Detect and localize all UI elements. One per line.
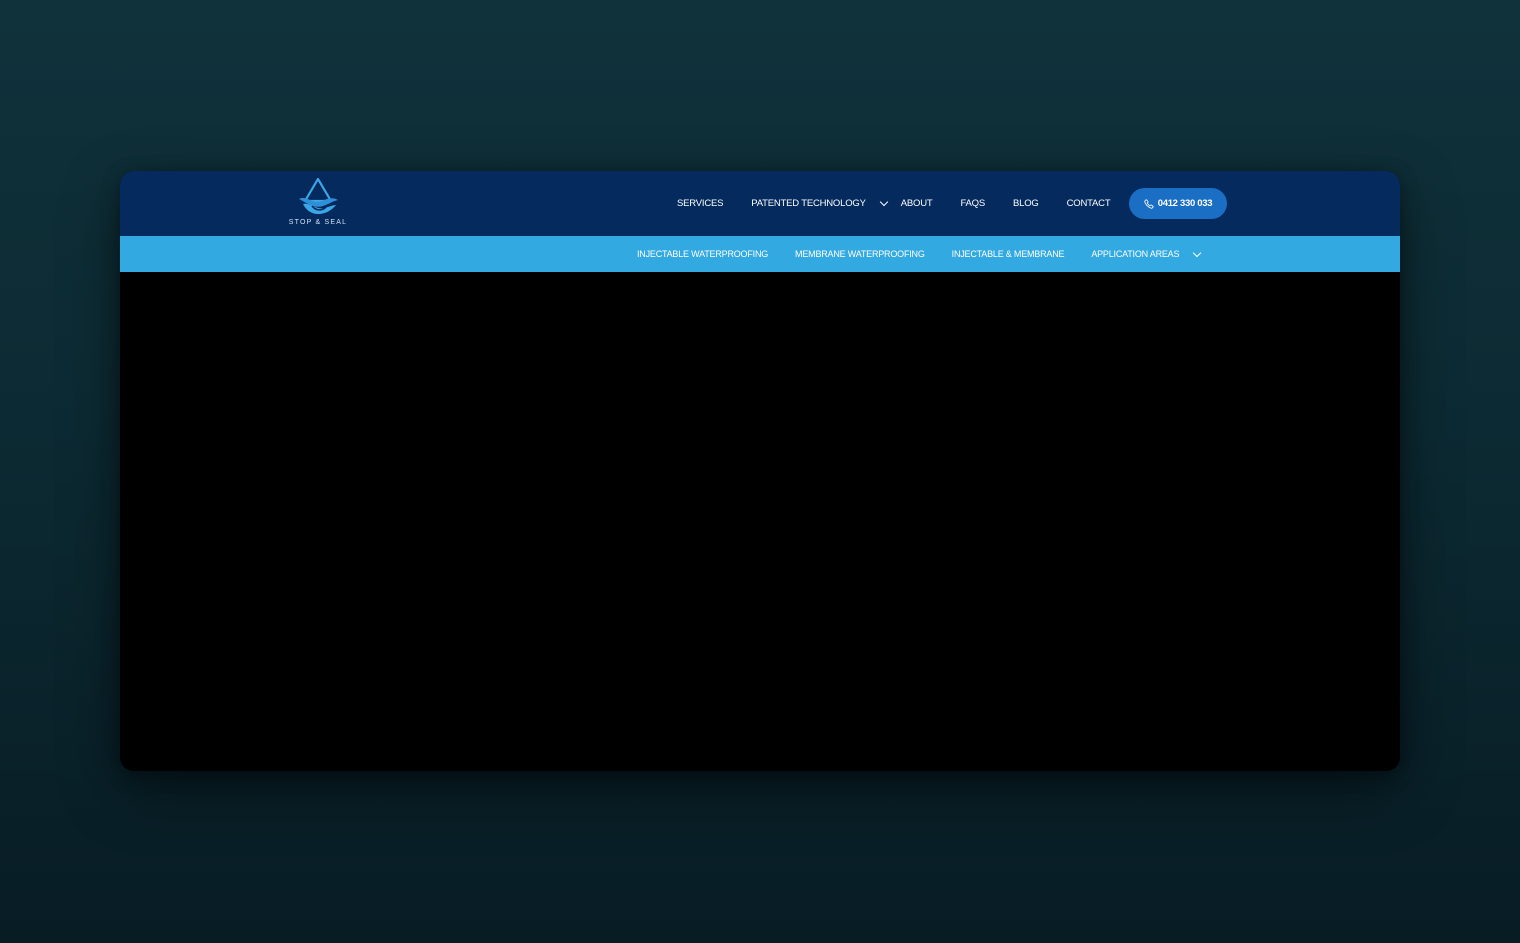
chevron-down-icon[interactable]: [1193, 248, 1202, 257]
hero-section: [120, 272, 1400, 771]
nav-item-services[interactable]: SERVICES: [677, 198, 723, 209]
nav-item-blog[interactable]: BLOG: [1013, 198, 1039, 209]
phone-number-label: 0412 330 033: [1157, 198, 1213, 209]
secondary-nav-bar: INJECTABLE WATERPROOFING MEMBRANE WATERP…: [120, 236, 1400, 272]
chevron-down-icon[interactable]: [879, 197, 888, 207]
subnav-item-application-areas[interactable]: APPLICATION AREAS: [1091, 249, 1179, 259]
logo-text: STOP & SEAL: [288, 219, 348, 226]
nav-item-patented-technology[interactable]: PATENTED TECHNOLOGY: [751, 198, 866, 209]
browser-window: STOP & SEAL SERVICES PATENTED TECHNOLOGY…: [120, 171, 1400, 771]
phone-icon: [1144, 198, 1154, 209]
secondary-nav: INJECTABLE WATERPROOFING MEMBRANE WATERP…: [637, 236, 1202, 272]
phone-call-button[interactable]: 0412 330 033: [1129, 188, 1227, 219]
subnav-item-injectable-membrane[interactable]: INJECTABLE & MEMBRANE: [952, 249, 1065, 259]
main-header: STOP & SEAL SERVICES PATENTED TECHNOLOGY…: [120, 171, 1400, 236]
subnav-item-injectable-waterproofing[interactable]: INJECTABLE WATERPROOFING: [637, 249, 768, 259]
subnav-item-membrane-waterproofing[interactable]: MEMBRANE WATERPROOFING: [795, 249, 925, 259]
main-nav: SERVICES PATENTED TECHNOLOGY ABOUT FAQS …: [668, 171, 1111, 236]
water-drop-wave-icon: [299, 177, 338, 214]
site-logo[interactable]: STOP & SEAL: [286, 177, 350, 231]
nav-item-contact[interactable]: CONTACT: [1067, 198, 1111, 209]
nav-item-about[interactable]: ABOUT: [901, 198, 933, 209]
nav-item-faqs[interactable]: FAQS: [960, 198, 985, 209]
